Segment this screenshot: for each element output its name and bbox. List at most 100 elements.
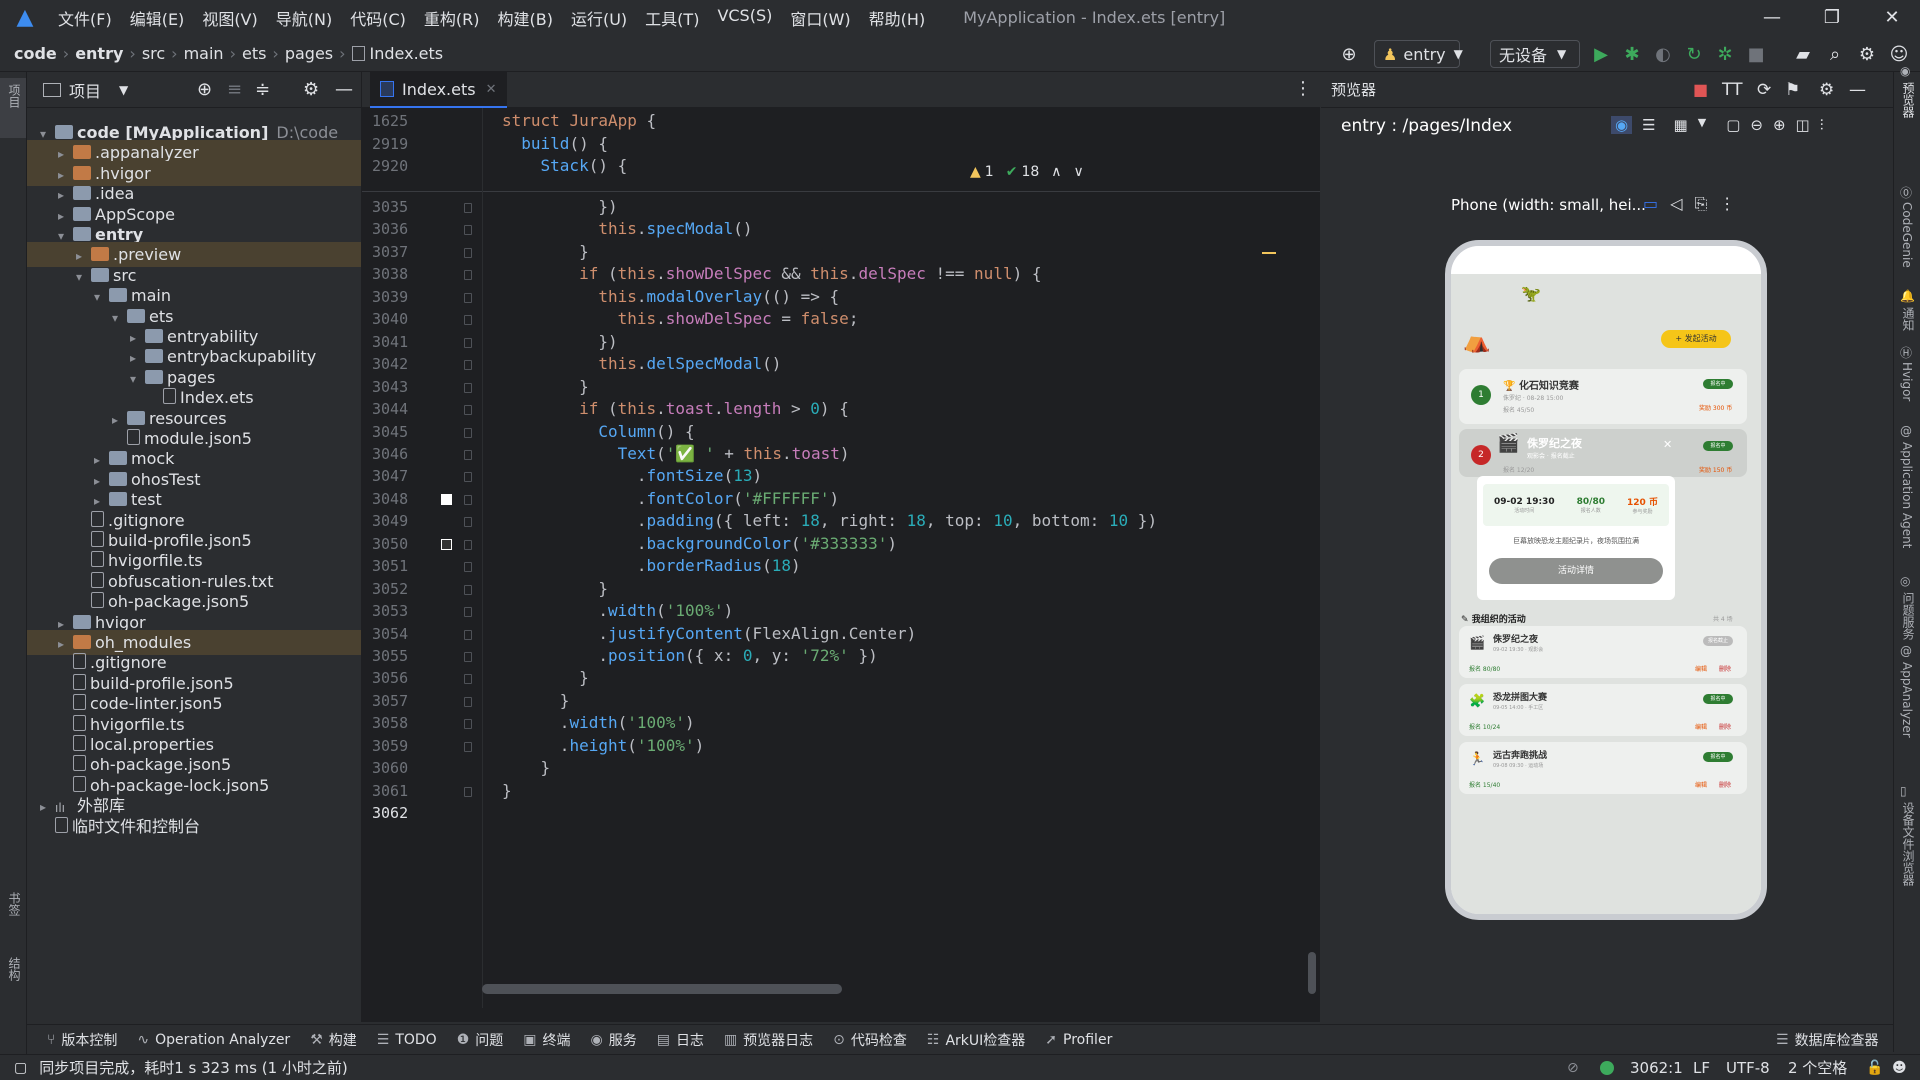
settings-gear-icon[interactable]: ⚙ [1854, 42, 1880, 68]
breadcrumb-item[interactable]: entry [75, 44, 123, 63]
breadcrumb-item[interactable]: src [142, 44, 165, 63]
fold-marker-icon[interactable] [464, 427, 472, 438]
menu-item[interactable]: VCS(S) [717, 6, 772, 30]
fold-marker-icon[interactable] [464, 315, 472, 326]
maximize-icon[interactable]: ❐ [1804, 0, 1860, 35]
code-line[interactable]: .width('100%') [502, 601, 733, 620]
back-icon[interactable]: ◁ [1670, 194, 1682, 214]
menu-item[interactable]: 重构(R) [424, 6, 480, 30]
code-body[interactable]: 3035 }) 3036 this.specModal() 3037 } 3038 i… [362, 192, 1320, 992]
bottom-tab[interactable]: ▥ 预览器日志 [724, 1030, 813, 1050]
chevron-down-icon[interactable]: ▼ [119, 83, 128, 97]
expand-all-icon[interactable]: ≡ [227, 79, 242, 100]
code-line[interactable]: .height('100%') [502, 736, 705, 755]
fold-marker-icon[interactable] [464, 405, 472, 416]
activity-modal[interactable]: 09-02 19:30 活动时间 80/80 报名人数 120 币参与奖励 巨幕放映… [1477, 476, 1675, 600]
right-tool-button[interactable]: AppAnalyzer [1900, 662, 1914, 738]
bottom-tab[interactable]: ▤ 日志 [657, 1030, 704, 1050]
run-config-select[interactable]: ♟ entry ▼ [1374, 40, 1463, 68]
right-tool-button[interactable]: 设备文件浏览器 [1900, 802, 1917, 886]
breadcrumb-item[interactable]: pages [285, 44, 333, 63]
fold-marker-icon[interactable] [464, 607, 472, 618]
next-issue-icon[interactable]: ∨ [1074, 164, 1084, 180]
code-line[interactable]: this.modalOverlay(() => { [502, 287, 839, 306]
line-separator[interactable]: LF [1693, 1059, 1710, 1077]
edit-link[interactable]: 编辑 [1695, 664, 1707, 673]
fold-marker-icon[interactable] [464, 292, 472, 303]
bottom-tab[interactable]: ➚ Profiler [1045, 1032, 1112, 1048]
organized-card[interactable]: 🧩 恐龙拼图大赛 09-05 14:00 · 手工区 报名 10/24 报名中 编辑 删除 [1459, 684, 1747, 736]
breadcrumb-item[interactable]: code [14, 44, 57, 63]
inspection-widget[interactable]: ▲ 1 ✔ 18 ∧ ∨ [970, 164, 1084, 180]
code-line[interactable]: Stack() { [502, 156, 628, 175]
rotate-icon[interactable]: ⎘ [1694, 194, 1707, 214]
bottom-tab[interactable]: ❶ 问题 [457, 1030, 504, 1050]
menu-item[interactable]: 工具(T) [645, 6, 699, 30]
fold-marker-icon[interactable] [464, 584, 472, 595]
menu-item[interactable]: 运行(U) [571, 6, 627, 30]
screenshot-icon[interactable]: ◫ [1796, 116, 1810, 134]
layout-icon[interactable]: ▢ [14, 1060, 27, 1076]
menu-item[interactable]: 导航(N) [276, 6, 332, 30]
caret-position[interactable]: 3062:1 [1630, 1059, 1683, 1077]
edit-link[interactable]: 编辑 [1695, 780, 1707, 789]
device-type-icon[interactable]: ▭ [1643, 194, 1658, 214]
code-line[interactable]: } [502, 579, 608, 598]
activity-detail-button[interactable]: 活动详情 [1489, 558, 1663, 584]
fold-marker-icon[interactable] [464, 449, 472, 460]
status-dot-icon[interactable] [1600, 1060, 1614, 1075]
code-line[interactable]: } [502, 781, 512, 800]
eye-icon[interactable]: ◉ [1611, 116, 1633, 134]
bottom-tab[interactable]: ☰ TODO [377, 1032, 437, 1048]
horizontal-scrollbar[interactable] [482, 984, 842, 994]
grid-icon[interactable]: ▦ [1674, 116, 1688, 134]
gear-icon[interactable]: ⚙ [303, 79, 319, 100]
activity-card[interactable]: 1 🏆 化石知识竞赛 侏罗纪 · 08-28 15:00 报名 45/50 报名… [1459, 369, 1747, 424]
delete-link[interactable]: 删除 [1719, 780, 1731, 789]
code-line[interactable]: Text('✅ ' + this.toast) [502, 444, 850, 463]
fold-marker-icon[interactable] [464, 652, 472, 662]
fold-marker-icon[interactable] [464, 719, 472, 730]
close-tab-icon[interactable]: ✕ [486, 82, 497, 97]
color-swatch-icon[interactable] [441, 493, 452, 505]
fold-marker-icon[interactable] [464, 629, 472, 640]
structure-tool-button[interactable]: 结构 [6, 957, 23, 981]
fold-marker-icon[interactable] [464, 741, 472, 752]
code-line[interactable]: } [502, 242, 589, 261]
inspect-icon[interactable]: ⚑ [1785, 80, 1800, 100]
menu-item[interactable]: 代码(C) [350, 6, 406, 30]
fold-marker-icon[interactable] [464, 674, 472, 685]
vertical-scrollbar[interactable] [1308, 952, 1316, 994]
code-line[interactable]: } [502, 377, 589, 396]
close-modal-icon[interactable]: ✕ [1663, 438, 1672, 451]
bottom-tab[interactable]: ◉ 服务 [590, 1030, 636, 1050]
zoom-out-icon[interactable]: ⊖ [1750, 116, 1763, 134]
hide-panel-icon[interactable]: — [335, 79, 353, 100]
target-icon[interactable]: ⊕ [1336, 42, 1362, 68]
bottom-tab[interactable]: ⚒ 构建 [310, 1030, 357, 1050]
fold-marker-icon[interactable] [464, 225, 472, 236]
right-tool-button[interactable]: 问题服务 [1900, 592, 1917, 640]
device-manager-icon[interactable]: ▰ [1790, 42, 1816, 68]
ruler-icon[interactable]: ⫶ [1820, 116, 1824, 134]
code-line[interactable]: .width('100%') [502, 713, 695, 732]
color-swatch-icon[interactable] [441, 538, 452, 550]
fold-marker-icon[interactable] [464, 539, 472, 550]
organized-card[interactable]: 🎬 侏罗纪之夜 09-02 19:30 · 观影会 报名 80/80 报名截止 编辑 删除 [1459, 626, 1747, 678]
menu-item[interactable]: 帮助(H) [869, 6, 926, 30]
fold-marker-icon[interactable] [464, 472, 472, 483]
attach-icon[interactable]: ◐ [1650, 42, 1676, 68]
notification-icon[interactable]: ☻ [1892, 1060, 1907, 1076]
status-message[interactable]: 同步项目完成，耗时1 s 323 ms (1 小时之前) [39, 1057, 348, 1078]
stop-preview-icon[interactable]: ■ [1693, 80, 1708, 99]
tree-item[interactable]: 临时文件和控制台 [27, 814, 361, 839]
device-select[interactable]: 无设备 ▼ [1490, 40, 1580, 68]
search-icon[interactable]: ⌕ [1822, 42, 1848, 68]
prev-issue-icon[interactable]: ∧ [1051, 164, 1061, 180]
indent-setting[interactable]: 2 个空格 [1788, 1057, 1847, 1078]
zoom-in-icon[interactable]: ⊕ [1773, 116, 1786, 134]
code-line[interactable]: } [502, 691, 570, 710]
hide-panel-icon[interactable]: — [1849, 80, 1866, 100]
gear-icon[interactable]: ⚙ [1819, 80, 1834, 100]
breadcrumb-item[interactable]: Index.ets [370, 44, 444, 63]
